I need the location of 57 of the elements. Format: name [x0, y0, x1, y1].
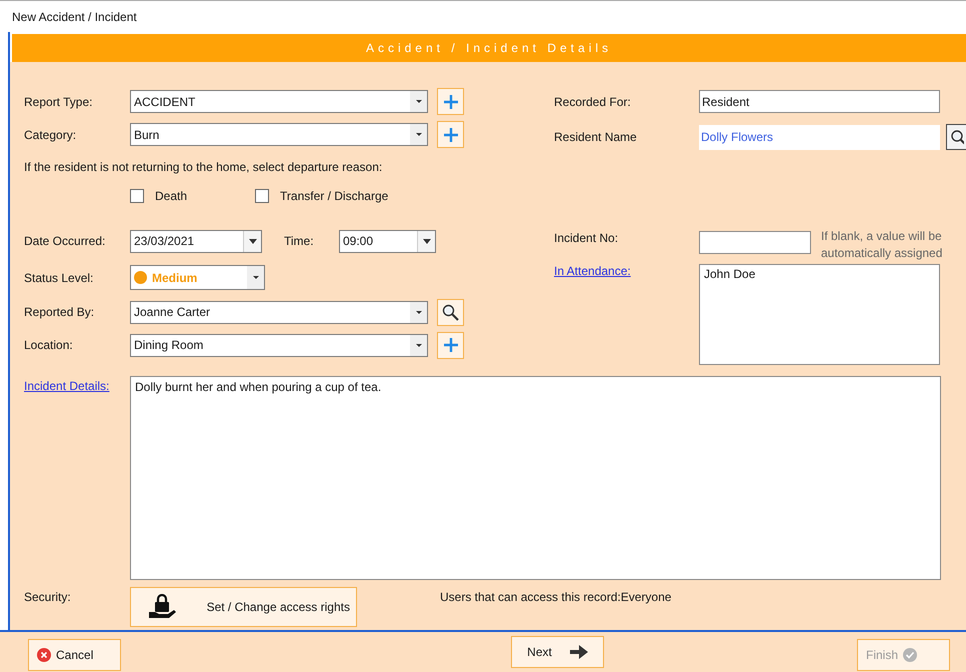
incident-details-box[interactable]: Dolly burnt her and when pouring a cup of tea.	[130, 376, 941, 580]
checkbox[interactable]	[255, 189, 270, 203]
time-picker[interactable]: 09:00	[339, 230, 436, 252]
search-icon	[442, 304, 459, 320]
in-attendance-link[interactable]: In Attendance:	[554, 264, 699, 278]
dropdown[interactable]: Joanne Carter	[130, 300, 428, 324]
dropdown-button[interactable]	[243, 230, 261, 252]
recorded-for-field[interactable]: Resident	[699, 90, 940, 113]
access-rights-button[interactable]: Set / Change access rights	[130, 587, 357, 627]
resident-name-field[interactable]: Dolly Flowers	[699, 124, 940, 150]
dropdown-button[interactable]	[410, 334, 427, 356]
dropdown[interactable]: ACCIDENT	[130, 90, 428, 113]
checkbox[interactable]	[130, 189, 144, 203]
field-label: Security:	[24, 589, 72, 604]
status-dot-icon	[134, 271, 147, 284]
search-icon	[950, 128, 964, 146]
field-label: Recorded For:	[554, 94, 632, 108]
dropdown-button[interactable]	[410, 302, 427, 322]
add-button[interactable]	[437, 121, 464, 148]
field-label: Time:	[284, 234, 315, 248]
arrow-right-icon	[570, 645, 588, 659]
search-button[interactable]	[437, 298, 464, 326]
cancel-button[interactable]: Cancel	[28, 639, 121, 671]
field-label: Date Occurred:	[24, 234, 106, 248]
field-label: Report Type:	[24, 94, 94, 108]
access-text: Users that can access this record:Everyone	[440, 589, 672, 604]
dropdown[interactable]: Dining Room	[130, 334, 428, 356]
dropdown[interactable]: Burn	[130, 123, 428, 146]
plus-icon	[444, 128, 458, 142]
cancel-icon	[37, 648, 51, 662]
checkbox-label: Death	[155, 189, 188, 203]
field-label: Incident No:	[554, 231, 620, 245]
dropdown-button[interactable]	[417, 230, 435, 252]
incident-no-field[interactable]	[699, 231, 811, 254]
plus-icon	[444, 338, 458, 352]
next-button[interactable]: Next	[511, 636, 604, 668]
check-icon	[903, 648, 918, 662]
field-label: Status Level:	[24, 270, 94, 284]
checkbox-label: Transfer / Discharge	[280, 189, 388, 203]
field-label: Category:	[24, 128, 78, 142]
section-header: Accident / Incident Details	[12, 34, 966, 62]
window-title: New Accident / Incident	[12, 10, 137, 24]
dropdown-button[interactable]	[410, 91, 427, 112]
plus-icon	[444, 94, 458, 108]
in-attendance-box[interactable]: John Doe	[699, 264, 940, 365]
departure-prompt: If the resident is not returning to the home, select departure reason:	[24, 160, 382, 174]
add-button[interactable]	[437, 88, 464, 115]
search-button[interactable]	[946, 124, 966, 150]
hint-text: If blank, a value will be automatically assigned	[821, 228, 944, 262]
field-label: Reported By:	[24, 305, 96, 319]
field-label: Resident Name	[554, 130, 638, 144]
add-button[interactable]	[437, 332, 464, 358]
dropdown-button[interactable]	[410, 124, 427, 145]
date-picker[interactable]: 23/03/2021	[130, 230, 262, 252]
incident-details-link[interactable]: Incident Details:	[24, 376, 130, 393]
field-label: Location:	[24, 338, 74, 352]
lock-in-hand-icon	[149, 594, 177, 620]
